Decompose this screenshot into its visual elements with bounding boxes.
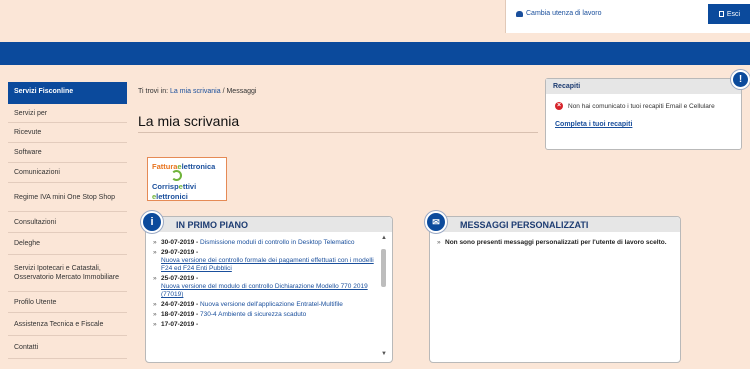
news-item: 24-07-2019 - Nuova versione dell'applica… xyxy=(152,301,384,309)
sidebar-item-assistenza[interactable]: Assistenza Tecnica e Fiscale xyxy=(8,313,127,336)
breadcrumb-link[interactable]: La mia scrivania xyxy=(170,88,221,95)
news-item: 30-07-2019 - Dismissione moduli di contr… xyxy=(152,239,384,247)
exit-button[interactable]: Esci xyxy=(708,4,750,24)
user-box: Cambia utenza di lavoro Esci xyxy=(505,0,750,33)
exit-label: Esci xyxy=(726,10,741,18)
messaggi-text: Non sono presenti messaggi personalizzat… xyxy=(436,239,675,247)
news-link[interactable]: Nuova versione dei controllo formale dei… xyxy=(161,257,374,272)
fattura-elettronica-logo[interactable]: Fatturaelettronica Corrispettivi elettron… xyxy=(147,157,227,201)
news-scrollbar[interactable]: ▲ ▼ xyxy=(380,235,388,357)
complete-recapiti-link[interactable]: Completa i tuoi recapiti xyxy=(555,121,632,128)
error-icon: × xyxy=(555,102,563,110)
recapiti-title: Recapiti xyxy=(546,79,741,94)
news-link[interactable]: Nuova versione del modulo di controllo D… xyxy=(161,283,368,298)
news-link[interactable]: Dismissione moduli di controllo in Deskt… xyxy=(200,239,355,246)
title-divider xyxy=(138,132,538,133)
sidebar-item-servizi-fisconline[interactable]: Servizi Fisconline xyxy=(8,82,127,104)
breadcrumb: Ti trovi in: La mia scrivania / Messaggi xyxy=(138,88,256,95)
news-item: 18-07-2019 - 730-4 Ambiente di sicurezza… xyxy=(152,311,384,319)
scroll-up-icon[interactable]: ▲ xyxy=(381,235,387,241)
in-primo-piano-panel: IN PRIMO PIANO 30-07-2019 - Dismissione … xyxy=(145,216,393,363)
recapiti-box: Recapiti × Non hai comunicato i tuoi rec… xyxy=(545,70,750,150)
news-link[interactable]: Nuova versione dell'applicazione Entrate… xyxy=(200,301,343,308)
sidebar-item-software[interactable]: Software xyxy=(8,143,127,163)
change-workplace-link[interactable]: Cambia utenza di lavoro xyxy=(516,10,602,17)
change-workplace-label: Cambia utenza di lavoro xyxy=(526,10,602,17)
user-switch-icon xyxy=(516,10,523,17)
logo-line-1: Fatturaelettronica xyxy=(152,162,216,171)
recapiti-warning-text: Non hai comunicato i tuoi recapiti Email… xyxy=(568,102,715,110)
logo-line-2: Corrispettivi elettronici xyxy=(152,182,197,201)
news-list: 30-07-2019 - Dismissione moduli di contr… xyxy=(152,239,384,331)
breadcrumb-prefix: Ti trovi in: xyxy=(138,88,169,95)
messaggi-personalizzati-panel: MESSAGGI PERSONALIZZATI Non sono present… xyxy=(429,216,681,363)
breadcrumb-separator: / xyxy=(222,88,225,95)
recapiti-warning: × Non hai comunicato i tuoi recapiti Ema… xyxy=(555,102,715,110)
news-link[interactable]: 730-4 Ambiente di sicurezza scaduto xyxy=(200,311,306,318)
messaggi-title: MESSAGGI PERSONALIZZATI xyxy=(430,217,680,232)
breadcrumb-current: Messaggi xyxy=(226,88,257,95)
logo-swirl-icon xyxy=(171,170,182,181)
sidebar-item-servizi-per[interactable]: Servizi per xyxy=(8,104,127,123)
sidebar-item-consultazioni[interactable]: Consultazioni xyxy=(8,212,127,233)
news-item: 25-07-2019 - Nuova versione del modulo d… xyxy=(152,275,384,299)
sidebar-item-deleghe[interactable]: Deleghe xyxy=(8,233,127,255)
news-item: 29-07-2019 - Nuova versione dei controll… xyxy=(152,249,384,273)
sidebar-item-ricevute[interactable]: Ricevute xyxy=(8,123,127,143)
scroll-thumb[interactable] xyxy=(381,249,386,287)
message-icon: ✉ xyxy=(425,211,447,233)
sidebar-item-regime-iva[interactable]: Regime IVA mini One Stop Shop xyxy=(8,183,127,212)
sidebar-item-comunicazioni[interactable]: Comunicazioni xyxy=(8,163,127,183)
sidebar-item-contatti[interactable]: Contatti xyxy=(8,336,127,359)
sidebar: Servizi Fisconline Servizi per Ricevute … xyxy=(8,82,127,359)
in-primo-piano-title: IN PRIMO PIANO xyxy=(146,217,392,232)
top-strip: Cambia utenza di lavoro Esci xyxy=(0,0,750,42)
main-nav-bar xyxy=(0,42,750,65)
page-title: La mia scrivania xyxy=(138,113,240,129)
exit-icon xyxy=(718,11,724,17)
news-item: 17-07-2019 - xyxy=(152,321,384,329)
sidebar-item-profilo-utente[interactable]: Profilo Utente xyxy=(8,292,127,313)
info-icon: i xyxy=(141,211,163,233)
sidebar-item-servizi-ipotecari[interactable]: Servizi Ipotecari e Catastali, Osservato… xyxy=(8,255,127,292)
scroll-down-icon[interactable]: ▼ xyxy=(381,351,387,357)
alert-icon: ! xyxy=(731,70,750,89)
